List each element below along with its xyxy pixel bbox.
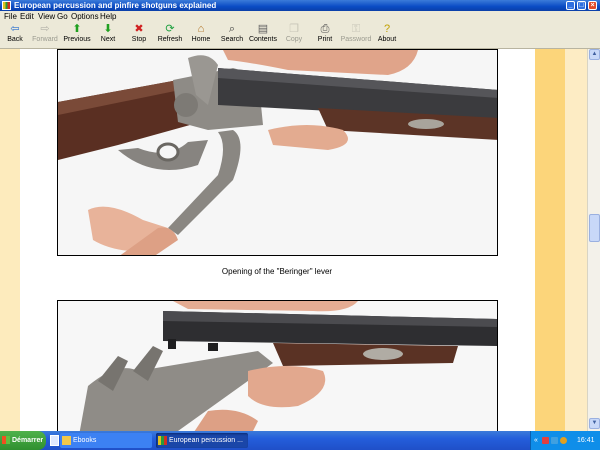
home-label: Home [191,36,211,43]
contents-label: Contents [248,36,278,43]
right-page-border-light [565,49,587,431]
up-arrow-icon: ⬆ [72,23,82,35]
shotgun-open-illustration [58,301,497,431]
print-label: Print [317,36,333,43]
menu-bar: File Edit View Go Options Help [0,11,600,22]
about-label: About [377,36,397,43]
contents-button[interactable]: ▤ Contents [246,24,280,48]
forward-button[interactable]: ⇨ Forward [28,24,62,48]
ebook-app-icon [158,436,167,445]
copy-label: Copy [285,36,303,43]
window-title: European percussion and pinfire shotguns… [14,1,217,10]
start-button[interactable]: Démarrer [0,431,46,450]
scroll-down-button[interactable]: ▼ [589,418,600,429]
printer-icon: ⎙ [320,23,330,35]
task-european-percussion-label: European percussion ... [169,437,243,444]
menu-help[interactable]: Help [100,11,116,22]
close-button[interactable]: × [588,1,597,10]
stop-icon: ✖ [134,23,144,35]
menu-edit[interactable]: Edit [20,11,34,22]
title-bar: European percussion and pinfire shotguns… [0,0,600,11]
about-button[interactable]: ? About [370,24,404,48]
help-icon: ? [383,23,391,35]
tray-network-icon[interactable] [551,437,558,444]
minimize-button[interactable]: _ [566,1,575,10]
search-label: Search [220,36,244,43]
back-arrow-icon: ⇦ [10,23,20,35]
right-page-border [535,49,565,431]
password-button[interactable]: ⚿ Password [339,24,373,48]
menu-go[interactable]: Go [57,11,68,22]
print-button[interactable]: ⎙ Print [308,24,342,48]
shotgun-lever-illustration [58,50,497,255]
menu-options[interactable]: Options [71,11,99,22]
home-icon: ⌂ [197,23,205,35]
menu-view[interactable]: View [38,11,55,22]
task-ebooks-label: Ebooks [73,437,97,444]
copy-button[interactable]: ❐ Copy [277,24,311,48]
down-arrow-icon: ⬇ [103,23,113,35]
start-label: Démarrer [12,437,44,444]
shotgun-photo-lever-closed [57,49,498,256]
windows-flag-icon [2,436,10,444]
document-view: Opening of the "Beringer" lever [0,49,600,431]
next-label: Next [100,36,116,43]
forward-label: Forward [32,36,58,43]
stop-label: Stop [131,36,147,43]
left-page-border [0,49,20,431]
previous-button[interactable]: ⬆ Previous [60,24,94,48]
maximize-button[interactable]: □ [577,1,586,10]
refresh-label: Refresh [157,36,183,43]
folder-icon [62,436,71,445]
tray-app-icon[interactable] [542,437,549,444]
photo-caption: Opening of the "Beringer" lever [221,267,333,276]
menu-file[interactable]: File [4,11,17,22]
search-icon: ⌕ [228,23,236,35]
refresh-icon: ⟳ [165,23,175,35]
forward-arrow-icon: ⇨ [40,23,50,35]
toolbar: ⇦ Back ⇨ Forward ⬆ Previous ⬇ Next ✖ Sto… [0,22,600,49]
search-button[interactable]: ⌕ Search [215,24,249,48]
taskbar: Démarrer Ebooks European percussion ... … [0,431,600,450]
task-ebooks[interactable]: Ebooks [60,433,152,448]
password-label: Password [340,36,372,43]
next-button[interactable]: ⬇ Next [91,24,125,48]
clock[interactable]: 16:41 [577,431,595,450]
tray-expand-icon[interactable]: « [534,431,538,450]
scroll-thumb[interactable] [589,214,600,242]
tray-volume-icon[interactable] [560,437,567,444]
scroll-up-button[interactable]: ▲ [589,49,600,60]
shotgun-photo-lever-open [57,300,498,431]
quick-launch-icon[interactable] [50,435,59,446]
copy-icon: ❐ [289,23,299,35]
key-icon: ⚿ [351,23,361,35]
previous-label: Previous [63,36,91,43]
refresh-button[interactable]: ⟳ Refresh [153,24,187,48]
task-european-percussion[interactable]: European percussion ... [156,433,248,448]
stop-button[interactable]: ✖ Stop [122,24,156,48]
back-label: Back [7,36,23,43]
vertical-scrollbar[interactable]: ▲ ▼ [587,49,600,431]
contents-icon: ▤ [257,23,269,35]
home-button[interactable]: ⌂ Home [184,24,218,48]
system-tray: « 16:41 [530,431,600,450]
app-icon [2,1,11,10]
